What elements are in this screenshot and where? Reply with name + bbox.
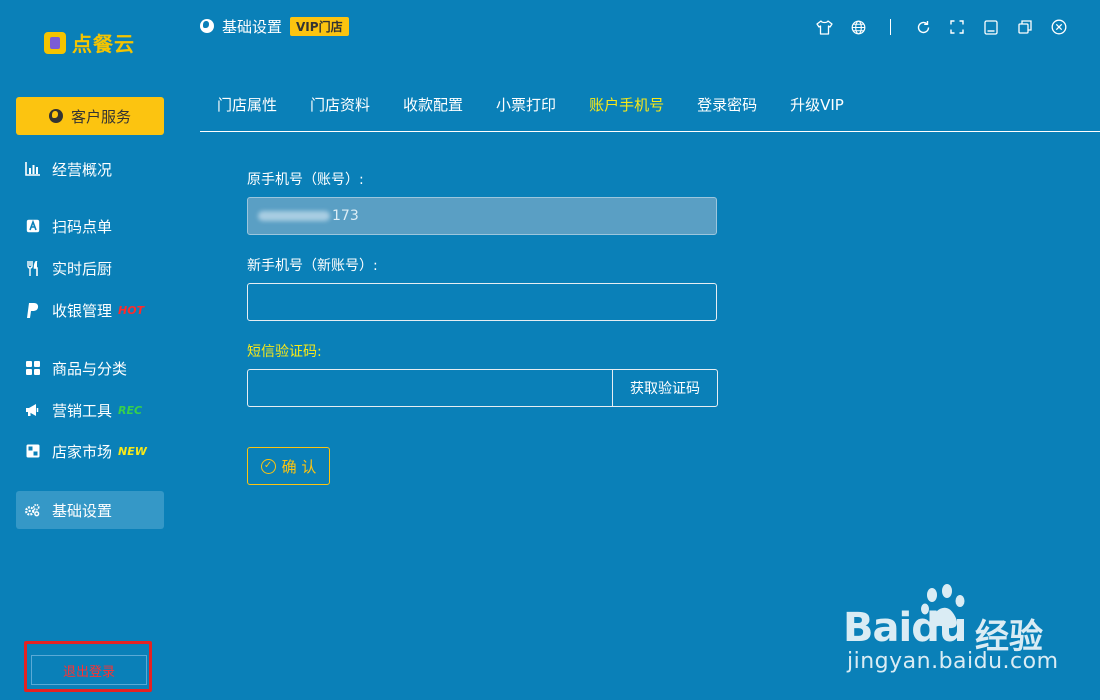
sidebar-item-label: 实时后厨 <box>52 259 113 278</box>
old-phone-label: 原手机号（账号）: <box>247 172 364 188</box>
check-circle-icon: ✓ <box>260 458 276 474</box>
get-code-button[interactable]: 获取验证码 <box>612 369 718 407</box>
grid-icon <box>25 361 40 376</box>
globe-icon <box>200 19 214 33</box>
new-phone-input[interactable] <box>247 283 717 321</box>
toolbar-separator <box>890 19 891 35</box>
close-icon[interactable] <box>1042 17 1076 37</box>
logo-text: 点餐云 <box>72 32 135 56</box>
sidebar-item-marketing[interactable]: 营销工具 REC <box>16 391 164 429</box>
sms-code-input[interactable] <box>247 369 613 407</box>
sidebar-item-label: 营销工具 <box>52 401 113 420</box>
sidebar-item-label: 收银管理 <box>52 301 113 320</box>
old-phone-value: 173 <box>332 208 359 224</box>
utensils-icon <box>25 260 40 276</box>
tab-receipt-printing[interactable]: 小票打印 <box>479 84 572 132</box>
market-icon <box>25 444 40 459</box>
customer-service-button[interactable]: 客户服务 <box>16 97 164 135</box>
sidebar-item-market[interactable]: 店家市场 NEW <box>16 432 164 470</box>
megaphone-icon <box>25 403 40 418</box>
app-logo: 点餐云 <box>44 28 135 57</box>
sidebar-item-overview[interactable]: 经营概况 <box>16 150 164 188</box>
settings-tabs: 门店属性 门店资料 收款配置 小票打印 账户手机号 登录密码 升级VIP <box>200 84 1100 132</box>
watermark-url: jingyan.baidu.com <box>847 649 1059 674</box>
minimize-icon[interactable] <box>974 17 1008 37</box>
scan-icon <box>25 219 40 234</box>
sidebar-item-scan-order[interactable]: 扫码点单 <box>16 207 164 245</box>
tab-payment-config[interactable]: 收款配置 <box>386 84 479 132</box>
sidebar-item-label: 商品与分类 <box>52 359 128 378</box>
restore-icon[interactable] <box>1008 17 1042 37</box>
page-header: 基础设置 VIP门店 <box>200 15 349 37</box>
shirt-icon[interactable] <box>807 17 841 37</box>
bar-chart-icon <box>25 162 40 177</box>
sms-code-label: 短信验证码: <box>247 344 322 360</box>
vip-badge: VIP门店 <box>290 16 349 36</box>
paw-icon <box>919 583 969 637</box>
baidu-watermark: Baidu 经验 jingyan.baidu.com <box>843 583 1083 683</box>
language-globe-icon[interactable] <box>841 17 875 37</box>
sidebar-item-kitchen[interactable]: 实时后厨 <box>16 249 164 287</box>
sidebar-item-label: 扫码点单 <box>52 217 113 236</box>
customer-service-label: 客户服务 <box>70 107 131 126</box>
cashier-icon <box>25 302 40 318</box>
sidebar-item-label: 经营概况 <box>52 160 113 179</box>
tab-account-phone[interactable]: 账户手机号 <box>572 84 680 132</box>
confirm-button[interactable]: ✓ 确 认 <box>247 447 330 485</box>
new-phone-label: 新手机号（新账号）: <box>247 258 378 274</box>
tab-store-attributes[interactable]: 门店属性 <box>200 84 293 132</box>
new-badge: NEW <box>118 444 147 458</box>
window-controls <box>807 17 1076 37</box>
sidebar-item-products[interactable]: 商品与分类 <box>16 349 164 387</box>
masked-digits <box>258 211 330 221</box>
page-title: 基础设置 <box>222 17 283 36</box>
tab-login-password[interactable]: 登录密码 <box>680 84 773 132</box>
hot-badge: HOT <box>118 303 145 317</box>
sidebar-item-label: 店家市场 <box>52 442 113 461</box>
globe-icon <box>48 109 63 123</box>
logout-button[interactable]: 退出登录 <box>31 655 147 685</box>
tab-upgrade-vip[interactable]: 升级VIP <box>773 84 860 132</box>
sidebar: 点餐云 客户服务 经营概况 扫码点单 实时后厨 收银管理 HOT 商品与分类 营… <box>0 0 180 700</box>
fullscreen-icon[interactable] <box>940 17 974 37</box>
sidebar-item-label: 基础设置 <box>52 501 113 520</box>
tab-store-profile[interactable]: 门店资料 <box>293 84 386 132</box>
rec-badge: REC <box>118 403 143 417</box>
sidebar-item-cashier[interactable]: 收银管理 HOT <box>16 291 164 329</box>
old-phone-field: 173 <box>247 197 717 235</box>
logo-icon <box>44 31 66 54</box>
gears-icon <box>25 503 40 518</box>
sidebar-item-basic-settings[interactable]: 基础设置 <box>16 491 164 529</box>
refresh-icon[interactable] <box>906 17 940 37</box>
confirm-label: 确 认 <box>281 457 317 476</box>
